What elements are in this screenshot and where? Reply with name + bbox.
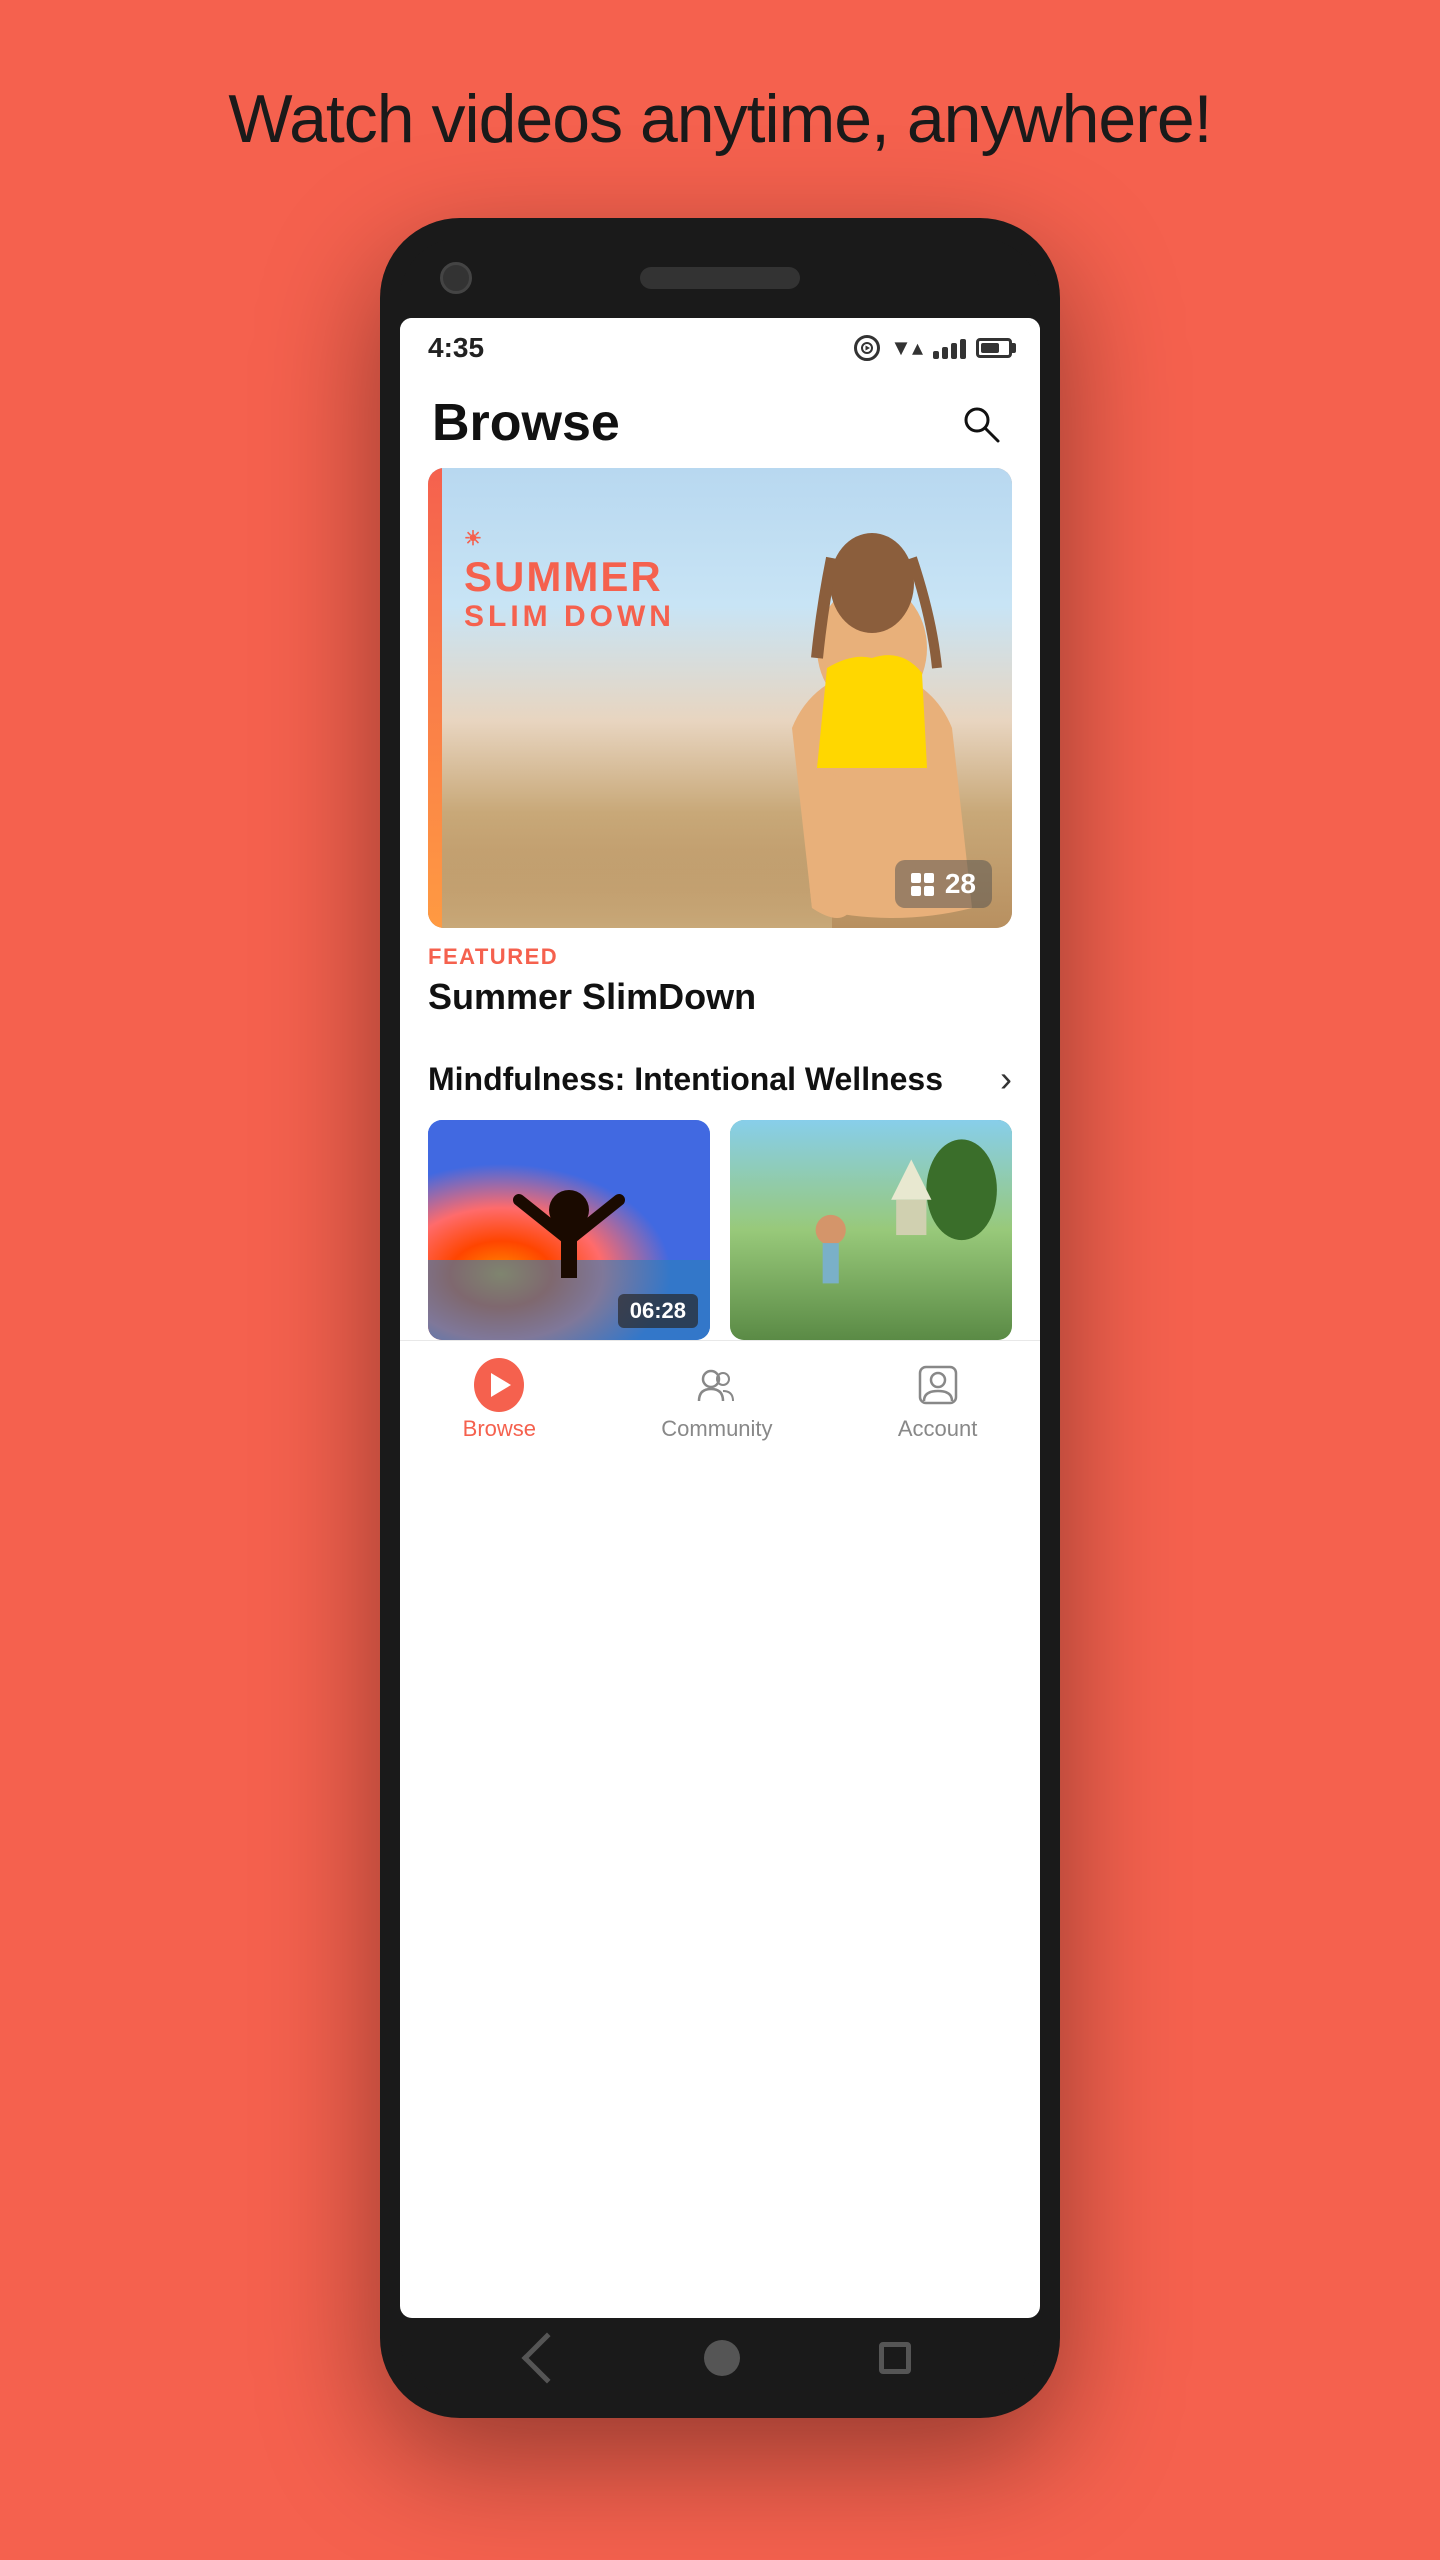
community-icon	[692, 1360, 742, 1410]
featured-card[interactable]: ☀ SUMMER SLIM DOWN 28	[428, 468, 1012, 928]
home-button[interactable]	[704, 2340, 740, 2376]
bottom-navigation: Browse Community	[400, 1340, 1040, 1460]
phone-speaker	[640, 267, 800, 289]
featured-title: Summer SlimDown	[428, 976, 1012, 1018]
featured-label: FEATURED	[428, 944, 1012, 970]
card-accent-stripe	[428, 468, 442, 928]
page-tagline: Watch videos anytime, anywhere!	[228, 80, 1211, 158]
phone-camera	[440, 262, 472, 294]
browse-tab-label: Browse	[463, 1416, 536, 1442]
video-thumb-1[interactable]: 06:28	[428, 1120, 710, 1340]
card-program-name: ☀ SUMMER SLIM DOWN	[464, 528, 675, 633]
media-icon	[854, 335, 880, 361]
section-header[interactable]: Mindfulness: Intentional Wellness ›	[400, 1018, 1040, 1120]
status-bar: 4:35 ▼▴	[400, 318, 1040, 378]
video-row: 06:28	[400, 1120, 1040, 1340]
recent-button[interactable]	[879, 2342, 911, 2374]
battery-icon	[976, 338, 1012, 358]
video-duration-1: 06:28	[618, 1294, 698, 1328]
featured-info: FEATURED Summer SlimDown	[400, 928, 1040, 1018]
video-thumb-2[interactable]	[730, 1120, 1012, 1340]
phone-screen: 4:35 ▼▴	[400, 318, 1040, 2318]
page-title: Browse	[432, 393, 620, 453]
back-button[interactable]	[522, 2333, 573, 2384]
section-title: Mindfulness: Intentional Wellness	[428, 1061, 943, 1098]
phone-bottom-bar	[400, 2318, 1040, 2398]
tab-account[interactable]: Account	[898, 1360, 978, 1442]
status-time: 4:35	[428, 332, 484, 364]
tab-community[interactable]: Community	[661, 1360, 772, 1442]
account-icon	[913, 1360, 963, 1410]
search-button[interactable]	[952, 395, 1008, 451]
section-arrow-icon: ›	[1000, 1058, 1012, 1100]
phone-frame: 4:35 ▼▴	[380, 218, 1060, 2418]
app-content: Browse	[400, 378, 1040, 2318]
phone-top-notch	[400, 238, 1040, 318]
signal-icon	[933, 337, 966, 359]
featured-carousel: ☀ SUMMER SLIM DOWN 28	[400, 468, 1040, 928]
app-header: Browse	[400, 378, 1040, 468]
account-tab-label: Account	[898, 1416, 978, 1442]
phone-sensor	[968, 262, 1000, 294]
video-count-badge: 28	[895, 860, 992, 908]
status-icons: ▼▴	[854, 335, 1012, 361]
community-tab-label: Community	[661, 1416, 772, 1442]
tab-browse[interactable]: Browse	[463, 1360, 536, 1442]
browse-icon	[474, 1360, 524, 1410]
wifi-icon: ▼▴	[890, 335, 923, 361]
